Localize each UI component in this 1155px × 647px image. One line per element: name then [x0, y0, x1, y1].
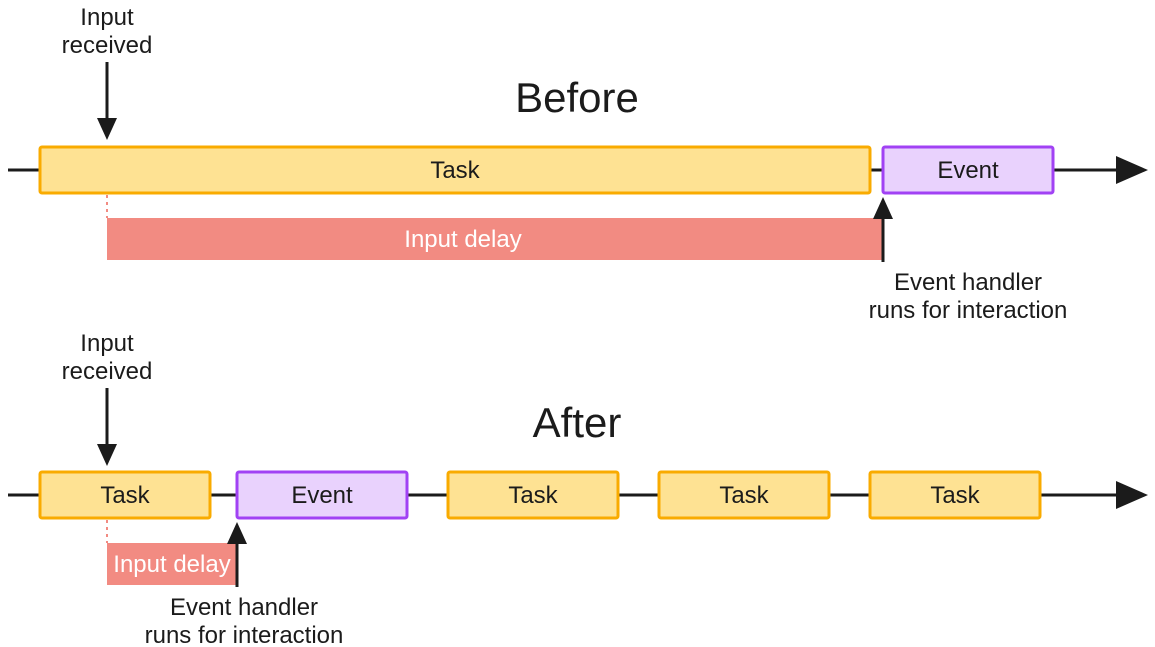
after-input-delay-label: Input delay: [113, 551, 230, 578]
after-input-received-line1: Input: [80, 330, 134, 357]
before-input-delay-label: Input delay: [404, 226, 521, 253]
before-handler-caption-line2: runs for interaction: [869, 297, 1068, 324]
after-event-label: Event: [291, 482, 353, 509]
before-title: Before: [515, 74, 639, 121]
after-input-arrow-head: [97, 444, 117, 466]
before-event-label: Event: [937, 157, 999, 184]
after-handler-caption-line1: Event handler: [170, 594, 318, 621]
before-handler-caption-line1: Event handler: [894, 269, 1042, 296]
after-section: After Input received Task Event Task Tas…: [8, 330, 1148, 647]
after-input-received-line2: received: [62, 358, 153, 385]
after-task-label-3: Task: [719, 482, 769, 509]
diagram-canvas: Before Input received Task Event Input d…: [0, 0, 1155, 647]
after-task-label-4: Task: [930, 482, 980, 509]
after-timeline-arrowhead: [1116, 481, 1148, 509]
before-input-arrow-head: [97, 118, 117, 140]
after-input-arrow: [97, 388, 117, 466]
before-input-arrow: [97, 62, 117, 140]
after-title: After: [533, 399, 622, 446]
after-handler-caption-line2: runs for interaction: [145, 622, 344, 647]
after-task-label-1: Task: [100, 482, 150, 509]
before-input-received-line2: received: [62, 32, 153, 59]
before-handler-arrow-head: [873, 197, 893, 219]
before-task-label: Task: [430, 157, 480, 184]
before-section: Before Input received Task Event Input d…: [8, 4, 1148, 324]
before-input-received-line1: Input: [80, 4, 134, 31]
after-handler-arrow-head: [227, 522, 247, 544]
before-timeline-arrowhead: [1116, 156, 1148, 184]
after-task-label-2: Task: [508, 482, 558, 509]
